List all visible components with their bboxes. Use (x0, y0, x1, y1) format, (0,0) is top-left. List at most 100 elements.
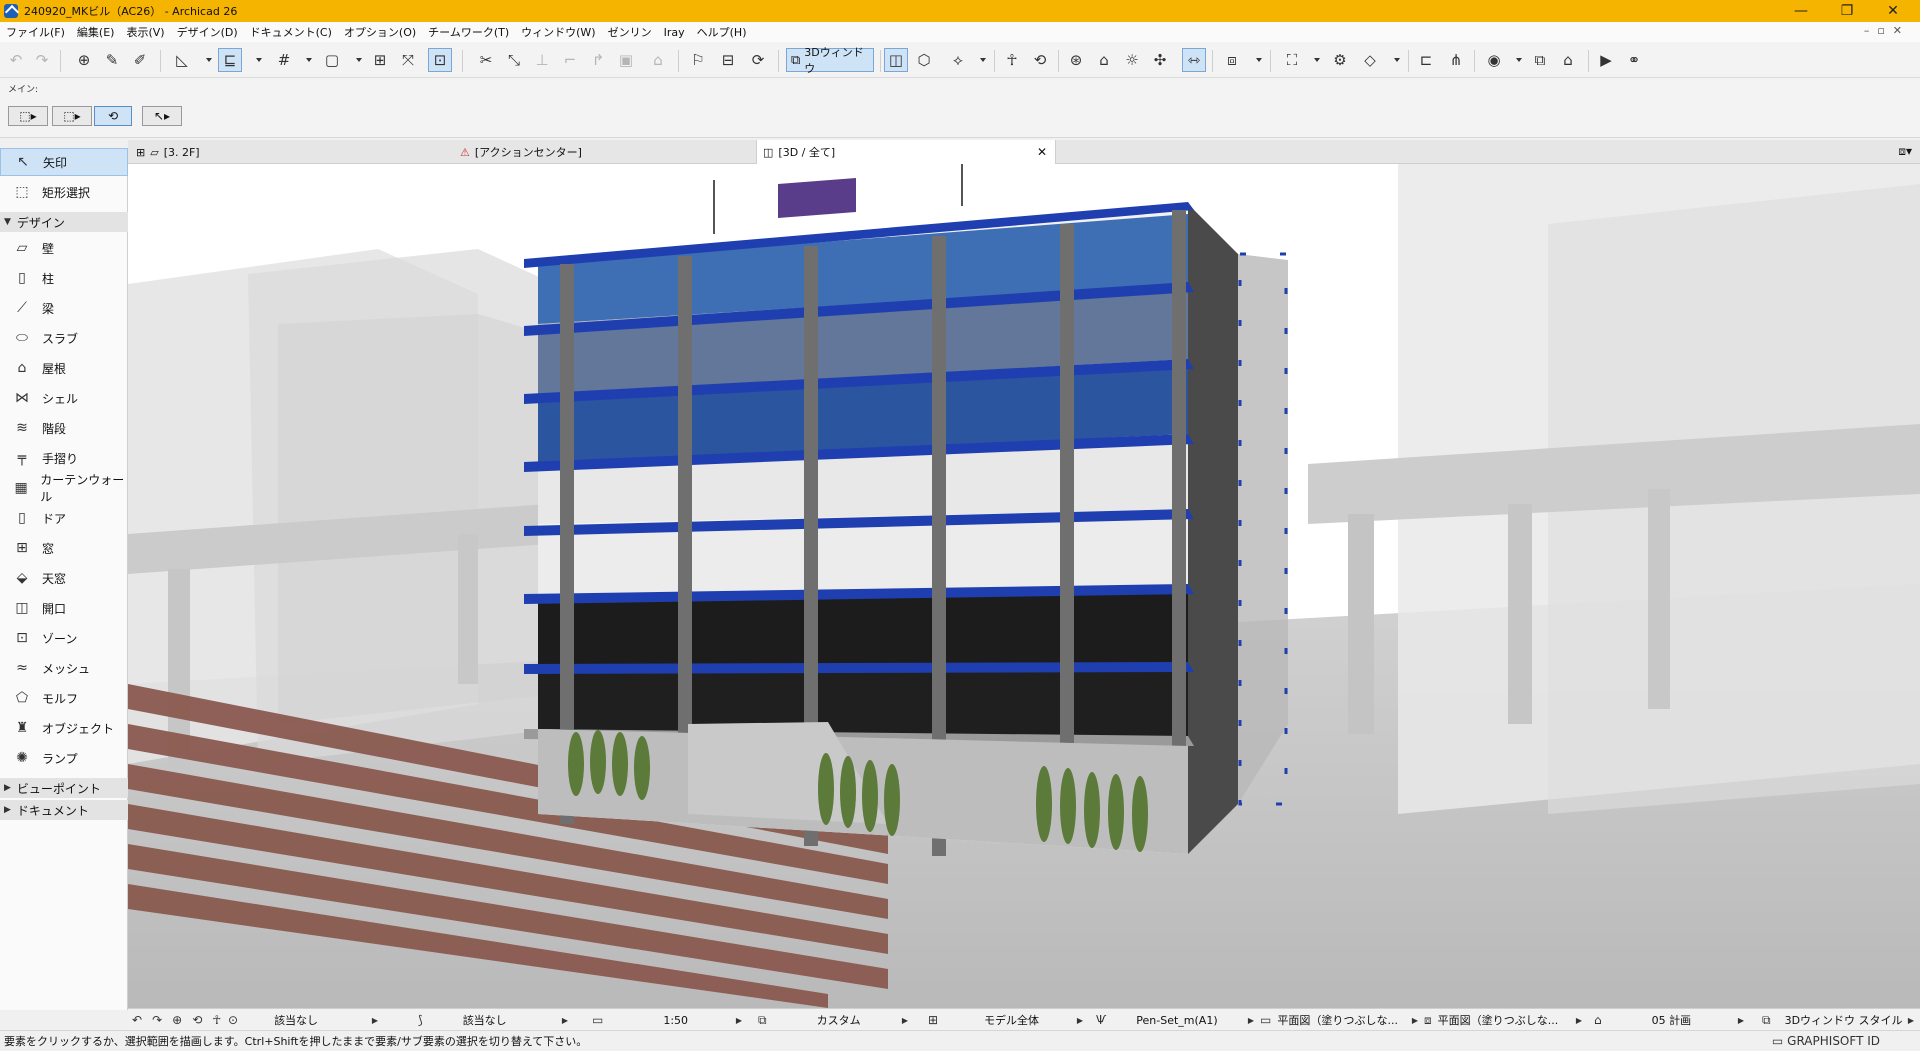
dropdown-arrow-icon[interactable] (1516, 58, 1522, 62)
rotate-marquee-icon[interactable]: ⟲ (94, 106, 132, 126)
menu-file[interactable]: ファイル(F) (0, 24, 71, 40)
tool-mesh[interactable]: ≈ メッシュ (0, 654, 128, 682)
floor-icon[interactable]: ⋔ (1444, 48, 1468, 72)
split-icon[interactable]: ✂ (474, 48, 498, 72)
pen-set-selector[interactable]: Ѱ Pen-Set_m(A1) ▶ (1096, 1009, 1254, 1031)
minimize-button[interactable]: — (1778, 0, 1824, 22)
copy-view-icon[interactable]: ⧉ (1528, 48, 1552, 72)
dropdown-arrow-icon[interactable] (356, 58, 362, 62)
intersect-icon[interactable]: ⌐ (558, 48, 582, 72)
tool-morph[interactable]: ⬠ モルフ (0, 684, 128, 712)
eyedropper-icon[interactable]: ✎ (100, 48, 124, 72)
redo-zoom-icon[interactable]: ↷ (152, 1013, 162, 1027)
tool-zone[interactable]: ⊡ ゾーン (0, 624, 128, 652)
menu-options[interactable]: オプション(O) (338, 24, 422, 40)
tool-marquee[interactable]: ⬚ 矩形選択 (0, 178, 128, 206)
model-settings-icon[interactable]: ⚙ (1328, 48, 1352, 72)
scale-selector[interactable]: ▭ 1:50 ▶ (592, 1009, 742, 1031)
tool-skylight[interactable]: ⬙ 天窓 (0, 564, 128, 592)
undo-zoom-icon[interactable]: ↶ (132, 1013, 142, 1027)
geometry-method-icon[interactable]: ⬚▸ (8, 106, 48, 126)
measure-icon[interactable]: ⊞ (368, 48, 392, 72)
tool-window[interactable]: ⊞ 窓 (0, 534, 128, 562)
tool-beam[interactable]: ⟋ 梁 (0, 294, 128, 322)
collaborate-icon[interactable]: ⚭ (1622, 48, 1646, 72)
tab-action-center[interactable]: ⚠ [アクションセンター] (454, 140, 744, 164)
3d-perspective-icon[interactable]: ◫ (884, 48, 908, 72)
refresh-view-icon[interactable]: ⟳ (746, 48, 770, 72)
dropdown-arrow-icon[interactable] (980, 58, 986, 62)
tab-options-icon[interactable]: ⧈▾ (1898, 144, 1912, 159)
group-design-header[interactable]: ▼ デザイン (0, 212, 128, 232)
dropdown-arrow-icon[interactable] (1256, 58, 1262, 62)
flag-icon[interactable]: ⚐ (686, 48, 710, 72)
tool-slab[interactable]: ⬭ スラブ (0, 324, 128, 352)
tool-roof[interactable]: ⌂ 屋根 (0, 354, 128, 382)
walk-icon[interactable]: ☥ (212, 1013, 221, 1027)
grid-snap-icon[interactable]: ◺ (170, 48, 194, 72)
tool-object[interactable]: ♜ オブジェクト (0, 714, 128, 742)
group-document-header[interactable]: ▶ ドキュメント (0, 800, 128, 820)
fillet-icon[interactable]: ↱ (586, 48, 610, 72)
graphic-override-selector[interactable]: ▭ 平面図（塗りつぶしな... ▶ (1260, 1009, 1418, 1031)
video-icon[interactable]: ▶ (1594, 48, 1618, 72)
tab-3d-all[interactable]: ◫ [3D / 全て] ✕ (756, 140, 1056, 164)
3d-window-button[interactable]: ⧉ 3Dウィンドウ (786, 46, 874, 75)
menu-zenrin[interactable]: ゼンリン (602, 24, 658, 40)
selection-mode-icon[interactable]: ⬚▸ (52, 106, 92, 126)
3d-style-selector[interactable]: ⧉ 3Dウィンドウ スタイル ▶ (1762, 1009, 1914, 1031)
menu-iray[interactable]: Iray (658, 26, 691, 39)
3d-cutaway-icon[interactable]: ⊛ (1064, 48, 1088, 72)
menu-edit[interactable]: 編集(E) (71, 24, 121, 40)
undo-icon[interactable]: ↶ (4, 48, 28, 72)
doc-window-controls-icon[interactable]: –▫✕ (1864, 24, 1910, 37)
snap-guides-icon[interactable]: ⊑ (218, 48, 242, 72)
pick-up-parameters-icon[interactable]: ⊕ (72, 48, 96, 72)
model-view-selector[interactable]: ⊞ モデル全体 ▶ (928, 1009, 1083, 1031)
syringe-icon[interactable]: ✐ (128, 48, 152, 72)
grid-icon[interactable]: # (272, 48, 296, 72)
tool-shell[interactable]: ⋈ シェル (0, 384, 128, 412)
home-view-icon[interactable]: ⌂ (1556, 48, 1580, 72)
explore-icon[interactable]: ⇿ (1182, 48, 1206, 72)
pointer-mode-icon[interactable]: ↖▸ (142, 106, 182, 126)
axonometric-icon[interactable]: ⬡ (912, 48, 936, 72)
3d-viewport[interactable] (128, 164, 1920, 1008)
menu-teamwork[interactable]: チームワーク(T) (422, 24, 515, 40)
dropdown-arrow-icon[interactable] (1394, 58, 1400, 62)
zoom-icon[interactable]: ⊕ (172, 1013, 182, 1027)
selection-cube-icon[interactable]: ⛶ (1280, 48, 1304, 72)
3d-navigation-icon[interactable]: ⟡ (946, 48, 970, 72)
layers-icon[interactable]: ⊟ (716, 48, 740, 72)
elevation-icon[interactable]: ⊥ (530, 48, 554, 72)
trace-icon[interactable]: ⤧ (396, 48, 420, 72)
layer-combination-selector[interactable]: ⧉ カスタム ▶ (758, 1009, 908, 1031)
close-tab-icon[interactable]: ✕ (1037, 145, 1047, 159)
tab-floor-plan[interactable]: ⊞ ▱ [3. 2F] (130, 140, 460, 164)
dropdown-arrow-icon[interactable] (256, 58, 262, 62)
tool-railing[interactable]: ╤ 手摺り (0, 444, 128, 472)
menu-document[interactable]: ドキュメント(C) (244, 24, 338, 40)
3d-style-icon[interactable]: ⧈ (1220, 48, 1244, 72)
tool-stair[interactable]: ≋ 階段 (0, 414, 128, 442)
tool-arrow[interactable]: ↖ 矢印 (0, 148, 128, 176)
group-viewpoint-header[interactable]: ▶ ビューポイント (0, 778, 128, 798)
dropdown-arrow-icon[interactable] (206, 58, 212, 62)
close-button[interactable]: ✕ (1870, 0, 1916, 22)
menu-design[interactable]: デザイン(D) (171, 24, 244, 40)
tool-opening[interactable]: ◫ 開口 (0, 594, 128, 622)
menu-view[interactable]: 表示(V) (120, 24, 170, 40)
camera-icon[interactable]: ◉ (1482, 48, 1506, 72)
stair-icon[interactable]: ⊏ (1414, 48, 1438, 72)
house-icon[interactable]: ⌂ (1092, 48, 1116, 72)
offset-icon[interactable]: ▣ (614, 48, 638, 72)
orbit-icon[interactable]: ⟲ (1028, 48, 1052, 72)
sun-icon[interactable]: ☼ (1120, 48, 1144, 72)
orbit-icon[interactable]: ⟲ (192, 1013, 202, 1027)
renovation-filter-selector[interactable]: ⌂ 05 計画 ▶ (1594, 1009, 1744, 1031)
redo-icon[interactable]: ↷ (30, 48, 54, 72)
tool-curtain-wall[interactable]: ▦ カーテンウォール (0, 473, 128, 504)
menu-window[interactable]: ウィンドウ(W) (515, 24, 601, 40)
magic-wand-icon[interactable]: ⊡ (428, 48, 452, 72)
zoom-reference-selector[interactable]: ⊙ 該当なし ▶ (228, 1009, 378, 1031)
